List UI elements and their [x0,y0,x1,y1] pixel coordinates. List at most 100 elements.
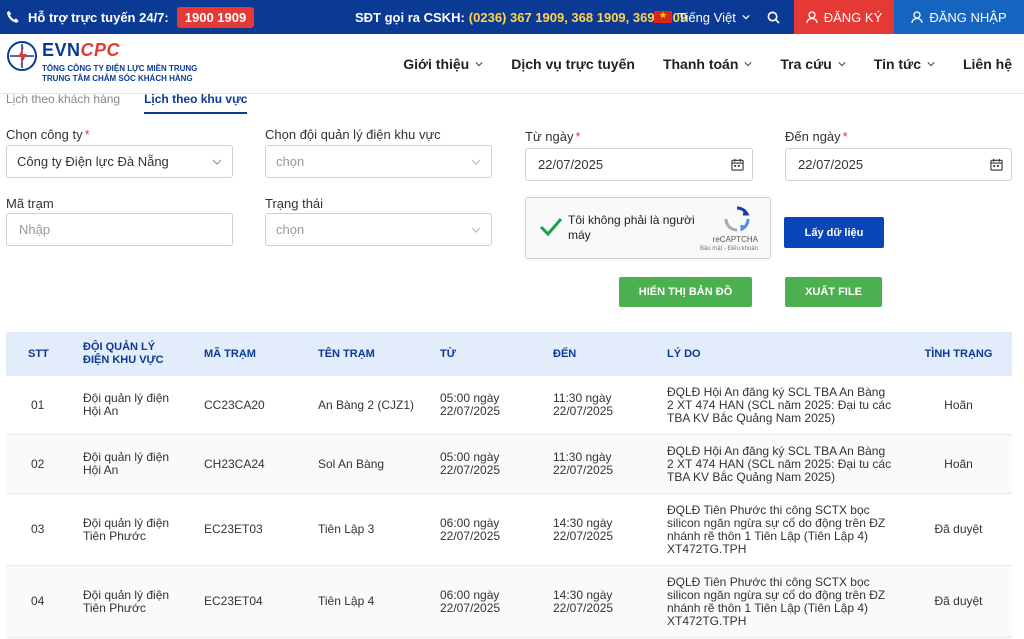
from-date-value: 22/07/2025 [538,157,604,172]
schedule-tabs: Lịch theo khách hàng Lịch theo khu vực [6,94,248,114]
chevron-down-icon [471,159,481,165]
recaptcha-links[interactable]: Bảo mật - Điều khoản [700,246,758,252]
tab-by-area[interactable]: Lịch theo khu vực [144,94,248,114]
logo-brand-evn: EVN [42,40,81,60]
from-date-input[interactable]: 22/07/2025 [525,148,753,181]
nav-item-payment[interactable]: Thanh toán [663,56,752,72]
cell-station-code: EC23ET04 [204,594,263,608]
nav-label: Tra cứu [780,56,832,72]
nav-label: Liên hệ [962,56,1012,72]
cell-status: Hoãn [944,397,973,412]
hotline-badge[interactable]: 1900 1909 [176,6,255,28]
nav-item-contact[interactable]: Liên hệ [963,56,1012,72]
status-select-placeholder: chọn [276,222,305,237]
company-label: Chọn công ty * [6,127,90,142]
station-code-placeholder: Nhập [19,222,51,237]
show-map-button[interactable]: HIỂN THỊ BẢN ĐỒ [619,277,752,307]
cell-station-name: Tiên Lập 4 [318,594,375,608]
nav-label: Thanh toán [662,56,739,72]
cell-team: Đội quản lý điện Tiên Phước [83,515,170,543]
cell-station-name: Tiên Lập 3 [318,522,375,536]
status-select[interactable]: chọn [265,213,492,246]
cell-team: Đội quản lý điện Tiên Phước [83,587,170,615]
chevron-down-icon [742,14,750,20]
cell-reason: ĐQLĐ Hội An đăng ký SCL TBA An Bàng 2 XT… [667,443,892,484]
team-select[interactable]: chọn [265,145,492,178]
column-header-station-code: MÃ TRẠM [204,347,256,360]
evncpc-logo[interactable]: EVNCPC TỔNG CÔNG TY ĐIỆN LỰC MIỀN TRUNG … [6,40,197,84]
export-file-button[interactable]: XUẤT FILE [785,277,882,307]
team-select-placeholder: chọn [276,154,305,169]
chevron-down-icon [212,159,222,165]
cell-station-code: EC23ET03 [204,522,263,536]
checkmark-icon[interactable] [538,214,564,240]
recaptcha-brand: reCAPTCHA [712,235,758,244]
calendar-icon[interactable] [731,158,744,171]
nav-item-lookup[interactable]: Tra cứu [780,56,846,72]
table-row[interactable]: 03 Đội quản lý điện Tiên Phước EC23ET03 … [6,494,1012,566]
nav-item-about[interactable]: Giới thiệu [403,56,483,72]
vietnam-flag-icon [654,10,672,23]
cell-stt: 03 [31,522,45,536]
tab-by-customer[interactable]: Lịch theo khách hàng [6,94,120,114]
cell-from: 06:00 ngày 22/07/2025 [440,587,501,615]
column-header-to: ĐẾN [553,347,577,360]
nav-label: Tin tức [873,56,921,72]
cell-reason: ĐQLĐ Tiên Phước thi công SCTX bọc silico… [667,502,886,556]
user-icon [911,10,923,23]
nav-item-online-services[interactable]: Dịch vụ trực tuyến [511,56,635,72]
required-mark: * [84,127,90,142]
chevron-down-icon [744,62,752,67]
column-header-reason: LÝ DO [667,347,701,360]
cell-to: 14:30 ngày 22/07/2025 [553,587,614,615]
login-button[interactable]: ĐĂNG NHẬP [894,0,1024,34]
logo-line-2: TRUNG TÂM CHĂM SÓC KHÁCH HÀNG [42,74,193,83]
calendar-icon[interactable] [990,158,1003,171]
language-label: Tiếng Việt [678,9,736,25]
table-row[interactable]: 02 Đội quản lý điện Hội An CH23CA24 Sol … [6,435,1012,494]
cell-to: 14:30 ngày 22/07/2025 [553,515,614,543]
team-label: Chọn đội quản lý điện khu vực [265,127,441,142]
from-date-label: Từ ngày * [525,129,581,144]
station-code-label: Mã trạm [6,196,54,211]
table-row[interactable]: 04 Đội quản lý điện Tiên Phước EC23ET04 … [6,566,1012,638]
support-hotline: Hỗ trợ trực tuyến 24/7: 1900 1909 [6,0,255,34]
cell-station-name: Sol An Bàng [318,456,385,471]
column-header-status: TÌNH TRẠNG [924,347,993,360]
nav-item-news[interactable]: Tin tức [874,56,935,72]
main-nav: Giới thiệu Dịch vụ trực tuyến Thanh toán… [403,34,1012,94]
table-header: STT ĐỘI QUẢN LÝ ĐIỆN KHU VỰC MÃ TRẠM TÊN… [6,332,1012,376]
cell-station-code: CH23CA24 [204,456,265,471]
cell-stt: 04 [31,594,45,608]
column-header-stt: STT [28,347,49,360]
login-label: ĐĂNG NHẬP [929,9,1007,25]
cell-from: 05:00 ngày 22/07/2025 [440,391,501,418]
evn-logo-icon [7,41,37,71]
from-date-label-text: Từ ngày [525,129,574,144]
required-mark: * [575,129,581,144]
recaptcha-widget[interactable]: Tôi không phải là người máy reCAPTCHA Bả… [525,197,771,259]
support-label: Hỗ trợ trực tuyến 24/7: [28,9,169,25]
station-code-input[interactable]: Nhập [6,213,233,246]
chevron-down-icon [471,227,481,233]
register-button[interactable]: ĐĂNG KÝ [794,0,894,34]
search-icon [767,11,780,24]
to-date-input[interactable]: 22/07/2025 [785,148,1012,181]
to-date-label: Đến ngày * [785,129,848,144]
cell-status: Đã duyệt [934,522,983,536]
user-icon [806,10,818,23]
column-header-team: ĐỘI QUẢN LÝ ĐIỆN KHU VỰC [83,341,164,366]
site-header: EVNCPC TỔNG CÔNG TY ĐIỆN LỰC MIỀN TRUNG … [0,34,1024,94]
cell-team: Đội quản lý điện Hội An [83,391,170,418]
column-header-from: TỪ [440,347,456,360]
language-selector[interactable]: Tiếng Việt [654,0,750,34]
to-date-label-text: Đến ngày [785,129,841,144]
required-mark: * [842,129,848,144]
cell-to: 11:30 ngày 22/07/2025 [553,391,614,418]
company-select[interactable]: Công ty Điện lực Đà Nẵng [6,145,233,178]
register-label: ĐĂNG KÝ [823,9,883,25]
search-button[interactable] [762,0,784,34]
get-data-button[interactable]: Lấy dữ liệu [784,217,884,248]
table-row[interactable]: 01 Đội quản lý điện Hội An CC23CA20 An B… [6,376,1012,435]
logo-text: EVNCPC TỔNG CÔNG TY ĐIỆN LỰC MIỀN TRUNG … [42,40,197,84]
